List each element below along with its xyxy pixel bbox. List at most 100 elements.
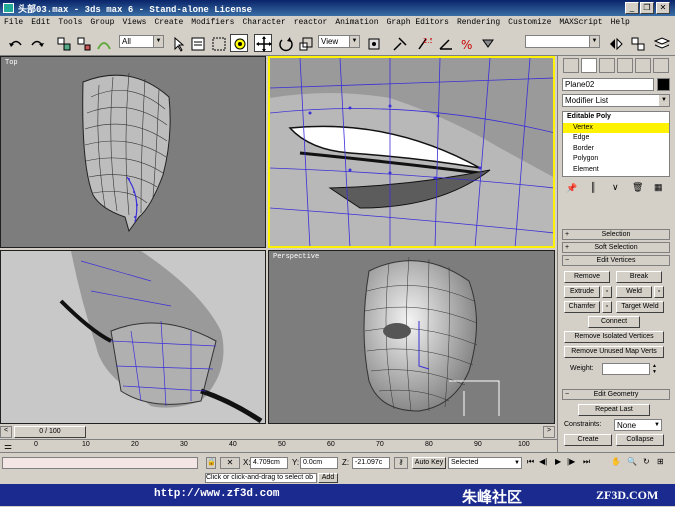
viewport-top[interactable]: Top: [0, 56, 266, 248]
next-frame-icon[interactable]: >: [543, 426, 555, 438]
menu-maxscript[interactable]: MAXScript: [555, 16, 606, 27]
redo-icon[interactable]: [27, 34, 45, 52]
viewport-perspective[interactable]: Perspective: [268, 250, 555, 424]
menu-modifiers[interactable]: Modifiers: [187, 16, 238, 27]
layer-manager-icon[interactable]: [652, 34, 671, 52]
remove-unused-map-verts-button[interactable]: Remove Unused Map Verts: [564, 346, 664, 358]
auto-key-button[interactable]: Auto Key: [412, 457, 446, 469]
absolute-mode-icon[interactable]: ✕: [220, 457, 240, 469]
hierarchy-tab-icon[interactable]: [599, 58, 615, 73]
next-frame-icon[interactable]: |▶: [567, 457, 575, 466]
spinner-snap-icon[interactable]: [478, 34, 496, 52]
add-time-tag-button[interactable]: Add: [318, 473, 338, 483]
weld-settings-icon[interactable]: ▫: [654, 286, 664, 298]
remove-modifier-icon[interactable]: 🗑: [632, 182, 643, 193]
menu-group[interactable]: Group: [86, 16, 118, 27]
display-tab-icon[interactable]: [635, 58, 651, 73]
menu-graph-editors[interactable]: Graph Editors: [383, 16, 453, 27]
angle-snap-icon[interactable]: [436, 34, 454, 52]
viewport-front[interactable]: [268, 56, 555, 248]
chamfer-button[interactable]: Chamfer: [564, 301, 600, 313]
z-coordinate-field[interactable]: -21.097c: [352, 457, 390, 469]
selection-filter-select[interactable]: All ▼: [119, 35, 164, 48]
menu-customize[interactable]: Customize: [504, 16, 555, 27]
go-to-end-icon[interactable]: ⏭: [583, 457, 590, 467]
unlink-icon[interactable]: [74, 34, 92, 52]
menu-views[interactable]: Views: [118, 16, 150, 27]
target-weld-button[interactable]: Target Weld: [616, 301, 664, 313]
menu-help[interactable]: Help: [607, 16, 634, 27]
menu-tools[interactable]: Tools: [54, 16, 86, 27]
banner-url[interactable]: http://www.zf3d.com: [154, 488, 279, 500]
bind-space-warp-icon[interactable]: [94, 34, 112, 52]
track-bar-icon[interactable]: ⚌: [4, 441, 12, 452]
remove-isolated-vertices-button[interactable]: Remove Isolated Vertices: [564, 331, 664, 343]
object-name-field[interactable]: Plane02: [562, 78, 654, 91]
select-object-icon[interactable]: [168, 34, 186, 52]
collapse-button[interactable]: Collapse: [616, 434, 664, 446]
pan-icon[interactable]: ✋: [611, 457, 621, 466]
previous-frame-icon[interactable]: ◀|: [539, 457, 547, 466]
rollout-soft-selection[interactable]: + Soft Selection: [562, 242, 670, 253]
rollout-edit-geometry[interactable]: − Edit Geometry: [562, 389, 670, 400]
menu-file[interactable]: File: [0, 16, 27, 27]
undo-icon[interactable]: [6, 34, 24, 52]
select-and-move-icon[interactable]: [254, 34, 272, 52]
show-end-result-icon[interactable]: ║: [590, 182, 596, 192]
remove-button[interactable]: Remove: [564, 271, 610, 283]
viewport-left[interactable]: [0, 250, 266, 424]
select-and-link-icon[interactable]: [54, 34, 72, 52]
weight-input[interactable]: [602, 363, 650, 375]
select-and-rotate-icon[interactable]: [276, 34, 294, 52]
rectangular-selection-icon[interactable]: [209, 34, 227, 52]
constraints-select[interactable]: None ▼: [614, 419, 662, 431]
select-by-name-icon[interactable]: [188, 34, 206, 52]
chamfer-settings-icon[interactable]: ▫: [602, 301, 612, 313]
time-slider[interactable]: < 0 / 100 >: [0, 425, 557, 439]
lock-selection-icon[interactable]: 🔒: [206, 457, 216, 469]
pin-stack-icon[interactable]: 📌: [566, 183, 577, 194]
motion-tab-icon[interactable]: [617, 58, 633, 73]
create-button[interactable]: Create: [564, 434, 612, 446]
repeat-last-button[interactable]: Repeat Last: [578, 404, 650, 416]
arc-rotate-icon[interactable]: ↻: [643, 457, 650, 466]
menu-reactor[interactable]: reactor: [290, 16, 332, 27]
modify-tab-icon[interactable]: [581, 58, 597, 73]
menu-create[interactable]: Create: [150, 16, 187, 27]
mirror-icon[interactable]: [606, 34, 624, 52]
percent-snap-icon[interactable]: %: [457, 34, 475, 52]
minimize-button[interactable]: _: [625, 2, 639, 14]
zoom-icon[interactable]: 🔍: [627, 457, 637, 466]
menu-edit[interactable]: Edit: [27, 16, 54, 27]
extrude-settings-icon[interactable]: ▫: [602, 286, 612, 298]
window-crossing-icon[interactable]: [230, 34, 248, 52]
weld-button[interactable]: Weld: [616, 286, 652, 298]
pivot-point-icon[interactable]: [364, 34, 382, 52]
menu-character[interactable]: Character: [238, 16, 289, 27]
snap-toggle-icon[interactable]: 2.5: [413, 34, 434, 52]
extrude-button[interactable]: Extrude: [564, 286, 600, 298]
stack-edge[interactable]: Edge: [563, 133, 669, 144]
select-and-manipulate-icon[interactable]: [390, 34, 408, 52]
stack-polygon[interactable]: Polygon: [563, 154, 669, 165]
select-and-scale-icon[interactable]: [296, 34, 314, 52]
stack-editable-poly[interactable]: Editable Poly: [563, 112, 669, 123]
modifier-list-select[interactable]: Modifier List ▼: [562, 94, 670, 107]
utilities-tab-icon[interactable]: [653, 58, 669, 73]
go-to-start-icon[interactable]: ⏮: [527, 457, 534, 467]
time-slider-thumb[interactable]: 0 / 100: [14, 426, 86, 438]
stack-border[interactable]: Border: [563, 144, 669, 155]
prev-frame-icon[interactable]: <: [0, 426, 12, 438]
x-coordinate-field[interactable]: 4.709cm: [250, 457, 288, 469]
named-selection-sets-select[interactable]: ▼: [525, 35, 600, 48]
weight-spinner-icon[interactable]: ▲ ▼: [652, 363, 660, 375]
configure-modifier-sets-icon[interactable]: ▦: [654, 182, 663, 193]
connect-button[interactable]: Connect: [588, 316, 640, 328]
maximize-viewport-icon[interactable]: ⊞: [657, 457, 664, 466]
y-coordinate-field[interactable]: 0.0cm: [300, 457, 338, 469]
maxscript-listener[interactable]: [2, 457, 198, 469]
menu-animation[interactable]: Animation: [331, 16, 382, 27]
rollout-edit-vertices[interactable]: − Edit Vertices: [562, 255, 670, 266]
object-color-swatch[interactable]: [657, 78, 670, 91]
reference-coordinate-select[interactable]: View ▼: [318, 35, 360, 48]
